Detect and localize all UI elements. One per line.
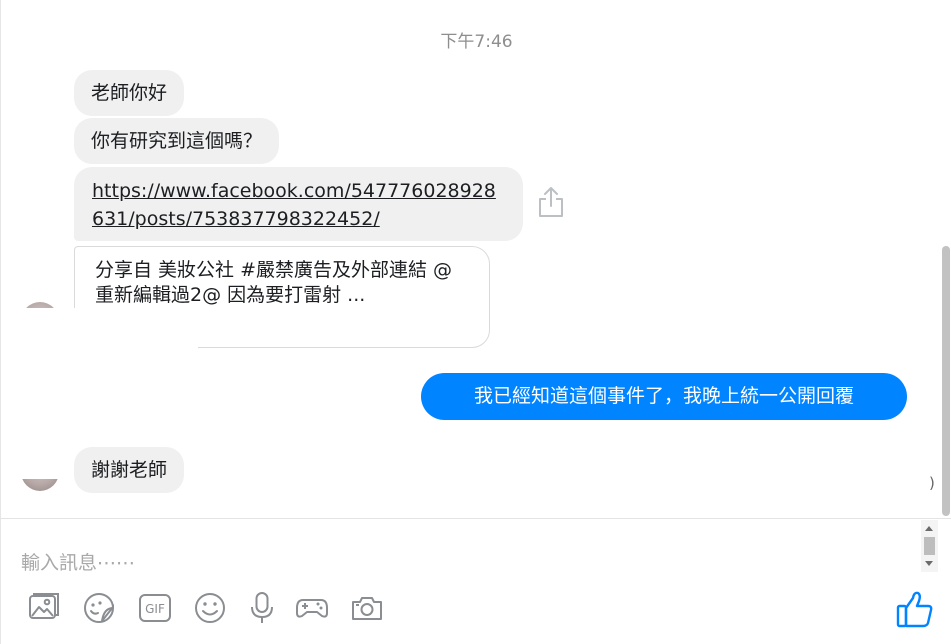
scrollbar-thumb[interactable]	[942, 246, 950, 516]
shared-link[interactable]: https://www.facebook.com/547776028928631…	[92, 180, 496, 230]
incoming-message[interactable]: 老師你好	[74, 70, 185, 116]
link-preview-text: 分享自 美妝公社 #嚴禁廣告及外部連結 @重新編輯過2@ 因為要打雷射 ...	[95, 259, 453, 306]
microphone-icon[interactable]	[245, 591, 279, 625]
incoming-link-message[interactable]: https://www.facebook.com/547776028928631…	[74, 167, 523, 241]
photo-icon[interactable]	[27, 591, 61, 625]
scroll-down-arrow-icon[interactable]	[925, 561, 933, 566]
message-timestamp: 下午7:46	[440, 32, 513, 52]
gif-icon[interactable]: GIF	[138, 591, 172, 625]
preview-overlay	[18, 308, 198, 352]
thumbs-up-icon[interactable]	[895, 589, 935, 629]
gif-label: GIF	[145, 602, 165, 616]
game-controller-icon[interactable]	[295, 591, 329, 625]
input-scrollbar[interactable]	[921, 520, 938, 572]
sticker-icon[interactable]	[82, 591, 116, 625]
scroll-up-arrow-icon[interactable]	[925, 526, 933, 531]
message-input[interactable]	[19, 547, 903, 579]
incoming-message[interactable]: 你有研究到這個嗎？	[74, 118, 280, 164]
share-icon[interactable]	[537, 185, 565, 219]
composer: GIF	[0, 518, 951, 644]
emoji-icon[interactable]	[193, 591, 227, 625]
partial-glyph: )	[929, 474, 935, 492]
scrollbar-thumb[interactable]	[924, 537, 935, 555]
camera-icon[interactable]	[350, 591, 384, 625]
incoming-message[interactable]: 謝謝老師	[74, 447, 185, 493]
avatar[interactable]	[21, 479, 59, 491]
outgoing-message[interactable]: 我已經知道這個事件了，我晚上統一公開回覆	[421, 373, 907, 420]
message-thread[interactable]: 下午7:46 老師你好 你有研究到這個嗎？ https://www.facebo…	[0, 0, 951, 518]
thread-scrollbar[interactable]	[941, 244, 951, 518]
